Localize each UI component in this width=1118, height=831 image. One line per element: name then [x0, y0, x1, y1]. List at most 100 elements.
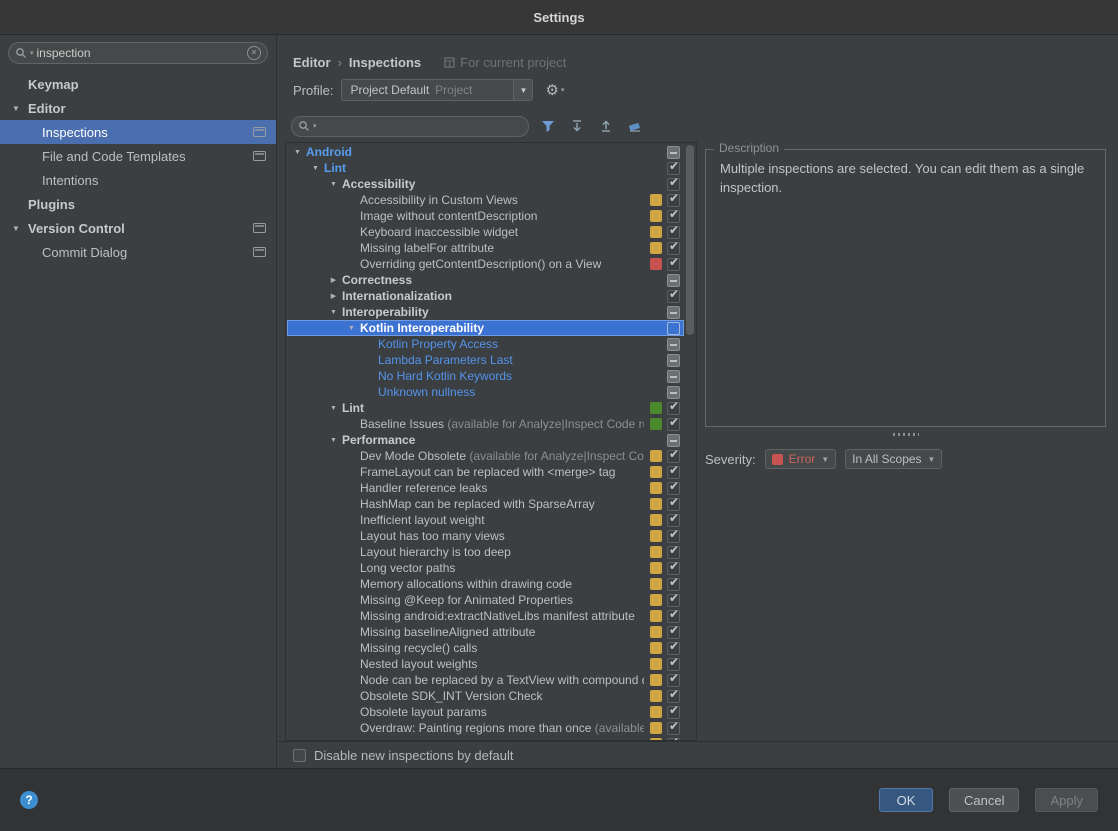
- inspection-row-baseline-issues[interactable]: Baseline Issues (available for Analyze|I…: [287, 415, 684, 432]
- apply-button[interactable]: Apply: [1035, 788, 1098, 812]
- inspection-row-missing-android-extractnativelibs-manifest-attribute[interactable]: Missing android:extractNativeLibs manife…: [287, 607, 684, 624]
- sidebar-item-plugins[interactable]: Plugins: [0, 192, 276, 216]
- inspection-row-overdraw-painting-regions-more-than-once[interactable]: Overdraw: Painting regions more than onc…: [287, 719, 684, 736]
- inspection-row-nested-layout-weights[interactable]: Nested layout weights: [287, 655, 684, 672]
- inspection-row-accessibility-in-custom-views[interactable]: Accessibility in Custom Views: [287, 191, 684, 208]
- inspection-row-internationalization[interactable]: ▶ Internationalization: [287, 287, 684, 304]
- inspection-checkbox[interactable]: [667, 369, 680, 383]
- inspection-row-obsolete-layout-params[interactable]: Obsolete layout params: [287, 703, 684, 720]
- inspection-row-android[interactable]: ▼ Android: [287, 144, 684, 160]
- inspection-row-layout-has-too-many-views[interactable]: Layout has too many views: [287, 527, 684, 544]
- inspection-checkbox[interactable]: [667, 575, 680, 591]
- inspection-row-unknown-nullness[interactable]: Unknown nullness: [287, 384, 684, 400]
- search-history-caret-icon[interactable]: ▾: [30, 49, 34, 57]
- collapse-node-icon[interactable]: ▼: [325, 309, 342, 316]
- inspection-checkbox[interactable]: [667, 607, 680, 623]
- inspection-row-framelayout-can-be-replaced-with-merge-tag[interactable]: FrameLayout can be replaced with <merge>…: [287, 463, 684, 480]
- inspection-checkbox[interactable]: [667, 543, 680, 559]
- inspection-checkbox[interactable]: [667, 207, 680, 223]
- inspection-row-lint[interactable]: ▼ Lint: [287, 399, 684, 416]
- inspection-checkbox[interactable]: [667, 223, 680, 239]
- inspection-row-long-vector-paths[interactable]: Long vector paths: [287, 559, 684, 576]
- sidebar-item-inspections[interactable]: Inspections: [0, 120, 276, 144]
- inspection-checkbox[interactable]: [667, 623, 680, 639]
- chevron-down-icon[interactable]: ▼: [12, 104, 28, 113]
- inspection-checkbox[interactable]: [667, 639, 680, 655]
- inspection-row-handler-reference-leaks[interactable]: Handler reference leaks: [287, 479, 684, 496]
- inspection-checkbox[interactable]: [667, 479, 680, 495]
- clear-search-icon[interactable]: ✕: [247, 46, 261, 60]
- inspection-checkbox[interactable]: [667, 495, 680, 511]
- sidebar-item-keymap[interactable]: Keymap: [0, 72, 276, 96]
- inspection-row-node-can-be-replaced-by-a-textview-with-compound-drawables[interactable]: Node can be replaced by a TextView with …: [287, 671, 684, 688]
- inspection-checkbox[interactable]: [667, 735, 680, 740]
- titlebar[interactable]: Settings: [0, 0, 1118, 35]
- inspection-checkbox[interactable]: [667, 719, 680, 735]
- inspection-row-row[interactable]: [287, 735, 684, 740]
- sidebar-search-input[interactable]: [36, 46, 244, 60]
- profile-actions-button[interactable]: ⚙ ▾: [545, 81, 564, 99]
- inspection-checkbox[interactable]: [667, 559, 680, 575]
- inspection-checkbox[interactable]: [667, 591, 680, 607]
- vertical-scrollbar-thumb[interactable]: [686, 145, 694, 335]
- inspection-checkbox[interactable]: [667, 191, 680, 207]
- inspection-checkbox[interactable]: [667, 353, 680, 367]
- expand-node-icon[interactable]: ▶: [325, 276, 342, 284]
- filter-icon[interactable]: [538, 116, 558, 136]
- breadcrumb-parent[interactable]: Editor: [293, 55, 331, 70]
- inspection-checkbox[interactable]: [667, 145, 680, 159]
- inspection-checkbox[interactable]: [667, 239, 680, 255]
- collapse-node-icon[interactable]: ▼: [325, 181, 342, 188]
- collapse-node-icon[interactable]: ▼: [325, 437, 342, 444]
- inspection-checkbox[interactable]: [667, 385, 680, 399]
- collapse-all-icon[interactable]: [596, 116, 616, 136]
- expand-all-icon[interactable]: [567, 116, 587, 136]
- inspection-row-kotlin-interoperability[interactable]: ▼ Kotlin Interoperability: [287, 320, 684, 336]
- collapse-node-icon[interactable]: ▼: [289, 149, 306, 156]
- inspection-checkbox[interactable]: [667, 399, 680, 415]
- ok-button[interactable]: OK: [879, 788, 933, 812]
- inspection-checkbox[interactable]: [667, 447, 680, 463]
- reset-filter-icon[interactable]: [625, 116, 645, 136]
- inspection-row-image-without-contentdescription[interactable]: Image without contentDescription: [287, 207, 684, 224]
- severity-combobox[interactable]: Error ▼: [764, 449, 837, 469]
- inspection-row-no-hard-kotlin-keywords[interactable]: No Hard Kotlin Keywords: [287, 368, 684, 384]
- vertical-scrollbar[interactable]: [685, 144, 695, 739]
- expand-node-icon[interactable]: ▶: [325, 292, 342, 300]
- sidebar-item-version-control[interactable]: ▼ Version Control: [0, 216, 276, 240]
- inspection-row-keyboard-inaccessible-widget[interactable]: Keyboard inaccessible widget: [287, 223, 684, 240]
- inspection-checkbox[interactable]: [667, 273, 680, 287]
- profile-combobox[interactable]: Project Default Project ▼: [341, 79, 534, 101]
- inspection-row-memory-allocations-within-drawing-code[interactable]: Memory allocations within drawing code: [287, 575, 684, 592]
- search-history-caret-icon[interactable]: ▾: [313, 122, 317, 130]
- sidebar-item-editor[interactable]: ▼ Editor: [0, 96, 276, 120]
- chevron-down-icon[interactable]: ▼: [12, 224, 28, 233]
- panel-splitter[interactable]: [705, 429, 1106, 439]
- inspection-row-performance[interactable]: ▼ Performance: [287, 432, 684, 448]
- inspection-checkbox[interactable]: [667, 159, 680, 175]
- inspections-search-box[interactable]: ▾: [291, 115, 529, 137]
- collapse-node-icon[interactable]: ▼: [307, 165, 324, 172]
- inspection-checkbox[interactable]: [667, 463, 680, 479]
- inspection-row-lint[interactable]: ▼ Lint: [287, 159, 684, 176]
- chevron-down-icon[interactable]: ▼: [513, 80, 533, 100]
- inspection-checkbox[interactable]: [667, 703, 680, 719]
- inspection-checkbox[interactable]: [667, 433, 680, 447]
- inspection-checkbox[interactable]: [667, 175, 680, 191]
- inspection-checkbox[interactable]: [667, 305, 680, 319]
- inspection-row-kotlin-property-access[interactable]: Kotlin Property Access: [287, 336, 684, 352]
- inspection-checkbox[interactable]: [667, 655, 680, 671]
- inspection-row-interoperability[interactable]: ▼ Interoperability: [287, 304, 684, 320]
- inspection-checkbox[interactable]: [667, 511, 680, 527]
- inspection-row-lambda-parameters-last[interactable]: Lambda Parameters Last: [287, 352, 684, 368]
- disable-new-inspections-checkbox[interactable]: [293, 748, 306, 762]
- inspection-checkbox[interactable]: [667, 337, 680, 351]
- inspection-row-obsolete-sdk-int-version-check[interactable]: Obsolete SDK_INT Version Check: [287, 687, 684, 704]
- sidebar-search-box[interactable]: ▾ ✕: [8, 42, 268, 64]
- inspection-row-missing-labelfor-attribute[interactable]: Missing labelFor attribute: [287, 239, 684, 256]
- inspection-row-dev-mode-obsolete[interactable]: Dev Mode Obsolete (available for Analyze…: [287, 447, 684, 464]
- inspection-checkbox[interactable]: [667, 527, 680, 543]
- inspection-checkbox[interactable]: [667, 321, 680, 335]
- inspection-checkbox[interactable]: [667, 415, 680, 431]
- inspection-checkbox[interactable]: [667, 255, 680, 271]
